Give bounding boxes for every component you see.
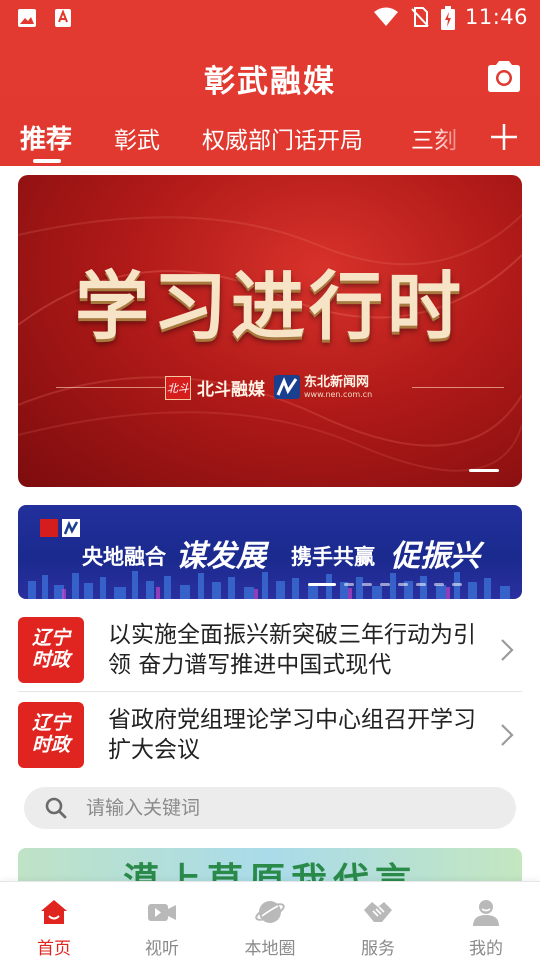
image-icon <box>16 7 38 29</box>
promo-dot <box>452 583 462 586</box>
promo-carousel-dots <box>308 583 462 586</box>
beidou-small-logo <box>40 519 58 537</box>
nav-label-home: 首页 <box>37 939 71 959</box>
promo-dot <box>362 583 372 586</box>
beidou-seal-icon: 北斗 <box>165 375 191 400</box>
nen-small-logo <box>62 519 80 537</box>
promo-logos <box>40 519 80 537</box>
camera-button[interactable] <box>484 58 524 96</box>
search-input[interactable] <box>86 787 486 829</box>
chevron-right-icon <box>501 639 514 661</box>
tabs-fade <box>430 115 470 163</box>
video-camera-icon <box>148 904 176 921</box>
nav-label-local: 本地圈 <box>244 939 296 959</box>
promo-dot <box>380 583 390 586</box>
badge-line-2: 时政 <box>31 649 70 671</box>
news-title: 以实施全面振兴新突破三年行动为引领 奋力谱写推进中国式现代 <box>108 622 476 678</box>
app-title: 彰武融媒 <box>204 64 336 100</box>
promo-dot <box>416 583 426 586</box>
nav-label-profile: 我的 <box>469 939 503 959</box>
bottom-navigation: 首页 视听 本地圈 服务 我的 <box>0 881 540 960</box>
nav-service[interactable]: 服务 <box>324 882 432 960</box>
nav-video[interactable]: 视听 <box>108 882 216 960</box>
nen-logo-url: www.nen.com.cn <box>304 389 373 399</box>
news-item[interactable]: 辽宁 时政 以实施全面振兴新突破三年行动为引领 奋力谱写推进中国式现代 <box>18 608 522 692</box>
tab-zhangwu[interactable]: 彰武 <box>114 121 160 155</box>
promo-dot <box>398 583 408 586</box>
promo-dot <box>344 583 354 586</box>
nav-local[interactable]: 本地圈 <box>216 882 324 960</box>
user-icon <box>473 900 499 926</box>
nen-logo-text: 东北新闻网 <box>304 374 370 390</box>
liaoning-politics-badge: 辽宁 时政 <box>18 617 84 683</box>
carousel-indicator <box>469 469 499 472</box>
search-bar[interactable] <box>24 787 516 829</box>
nav-home[interactable]: 首页 <box>0 882 108 960</box>
app-notification-icon <box>52 7 74 29</box>
status-bar: 11:46 <box>0 0 540 38</box>
badge-line-1: 辽宁 <box>31 627 70 649</box>
beidou-logo-text: 北斗融媒 <box>197 380 265 400</box>
hero-title: 学习进行时 <box>75 264 465 350</box>
liaoning-politics-badge: 辽宁 时政 <box>18 702 84 768</box>
chevron-right-icon <box>501 724 514 746</box>
promo-banner[interactable]: 央地融合 谋发展 携手共赢 促振兴 <box>18 505 522 599</box>
battery-charging-icon <box>440 6 455 30</box>
hero-divider-right <box>412 387 504 388</box>
app-header: 11:46 彰武融媒 推荐 彰武 权威部门话开局 三刻 <box>0 0 540 166</box>
status-time: 11:46 <box>464 5 528 29</box>
channel-tabs: 推荐 彰武 权威部门话开局 三刻 <box>0 115 540 163</box>
plus-icon <box>491 124 517 150</box>
planet-icon <box>255 901 285 923</box>
promo-dot <box>308 583 336 586</box>
nen-logo: 东北新闻网 www.nen.com.cn <box>274 375 372 399</box>
tab-authority[interactable]: 权威部门话开局 <box>202 121 363 155</box>
badge-line-2: 时政 <box>31 734 70 756</box>
camera-icon <box>488 61 520 92</box>
beidou-logo: 北斗 北斗融媒 <box>165 375 265 400</box>
news-item[interactable]: 辽宁 时政 省政府党组理论学习中心组召开学习扩大会议 <box>18 693 522 777</box>
search-icon <box>45 797 67 819</box>
nav-label-video: 视听 <box>145 939 179 959</box>
nav-label-service: 服务 <box>361 939 395 959</box>
news-title: 省政府党组理论学习中心组召开学习扩大会议 <box>108 707 476 763</box>
tab-recommend[interactable]: 推荐 <box>20 119 72 156</box>
handshake-icon <box>364 902 392 922</box>
no-sim-icon <box>409 6 431 28</box>
hero-carousel[interactable]: 学习进行时 北斗 北斗融媒 东北新闻网 www.nen.com.cn <box>18 175 522 487</box>
nav-profile[interactable]: 我的 <box>432 882 540 960</box>
promo-dot <box>434 583 444 586</box>
active-tab-indicator <box>33 159 61 163</box>
nen-mark-icon <box>274 375 300 399</box>
hero-divider-left <box>56 387 174 388</box>
wifi-icon <box>373 6 399 28</box>
home-icon <box>41 900 67 924</box>
badge-line-1: 辽宁 <box>31 712 70 734</box>
add-channel-button[interactable] <box>488 121 520 153</box>
